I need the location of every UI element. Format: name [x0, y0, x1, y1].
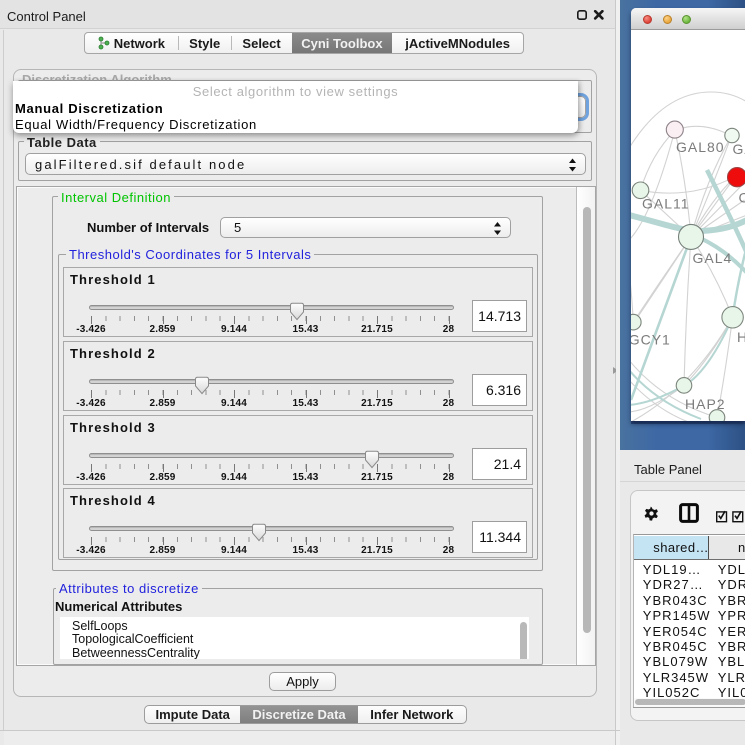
svg-text:GCY1: GCY1: [631, 332, 671, 348]
svg-text:GA: GA: [733, 141, 745, 157]
svg-text:GAL4: GAL4: [693, 250, 733, 266]
svg-text:H: H: [737, 329, 745, 345]
svg-text:HAP2: HAP2: [685, 396, 726, 412]
svg-text:GAL11: GAL11: [642, 196, 690, 212]
svg-text:GAL80: GAL80: [676, 139, 725, 155]
svg-text:C: C: [739, 190, 745, 206]
